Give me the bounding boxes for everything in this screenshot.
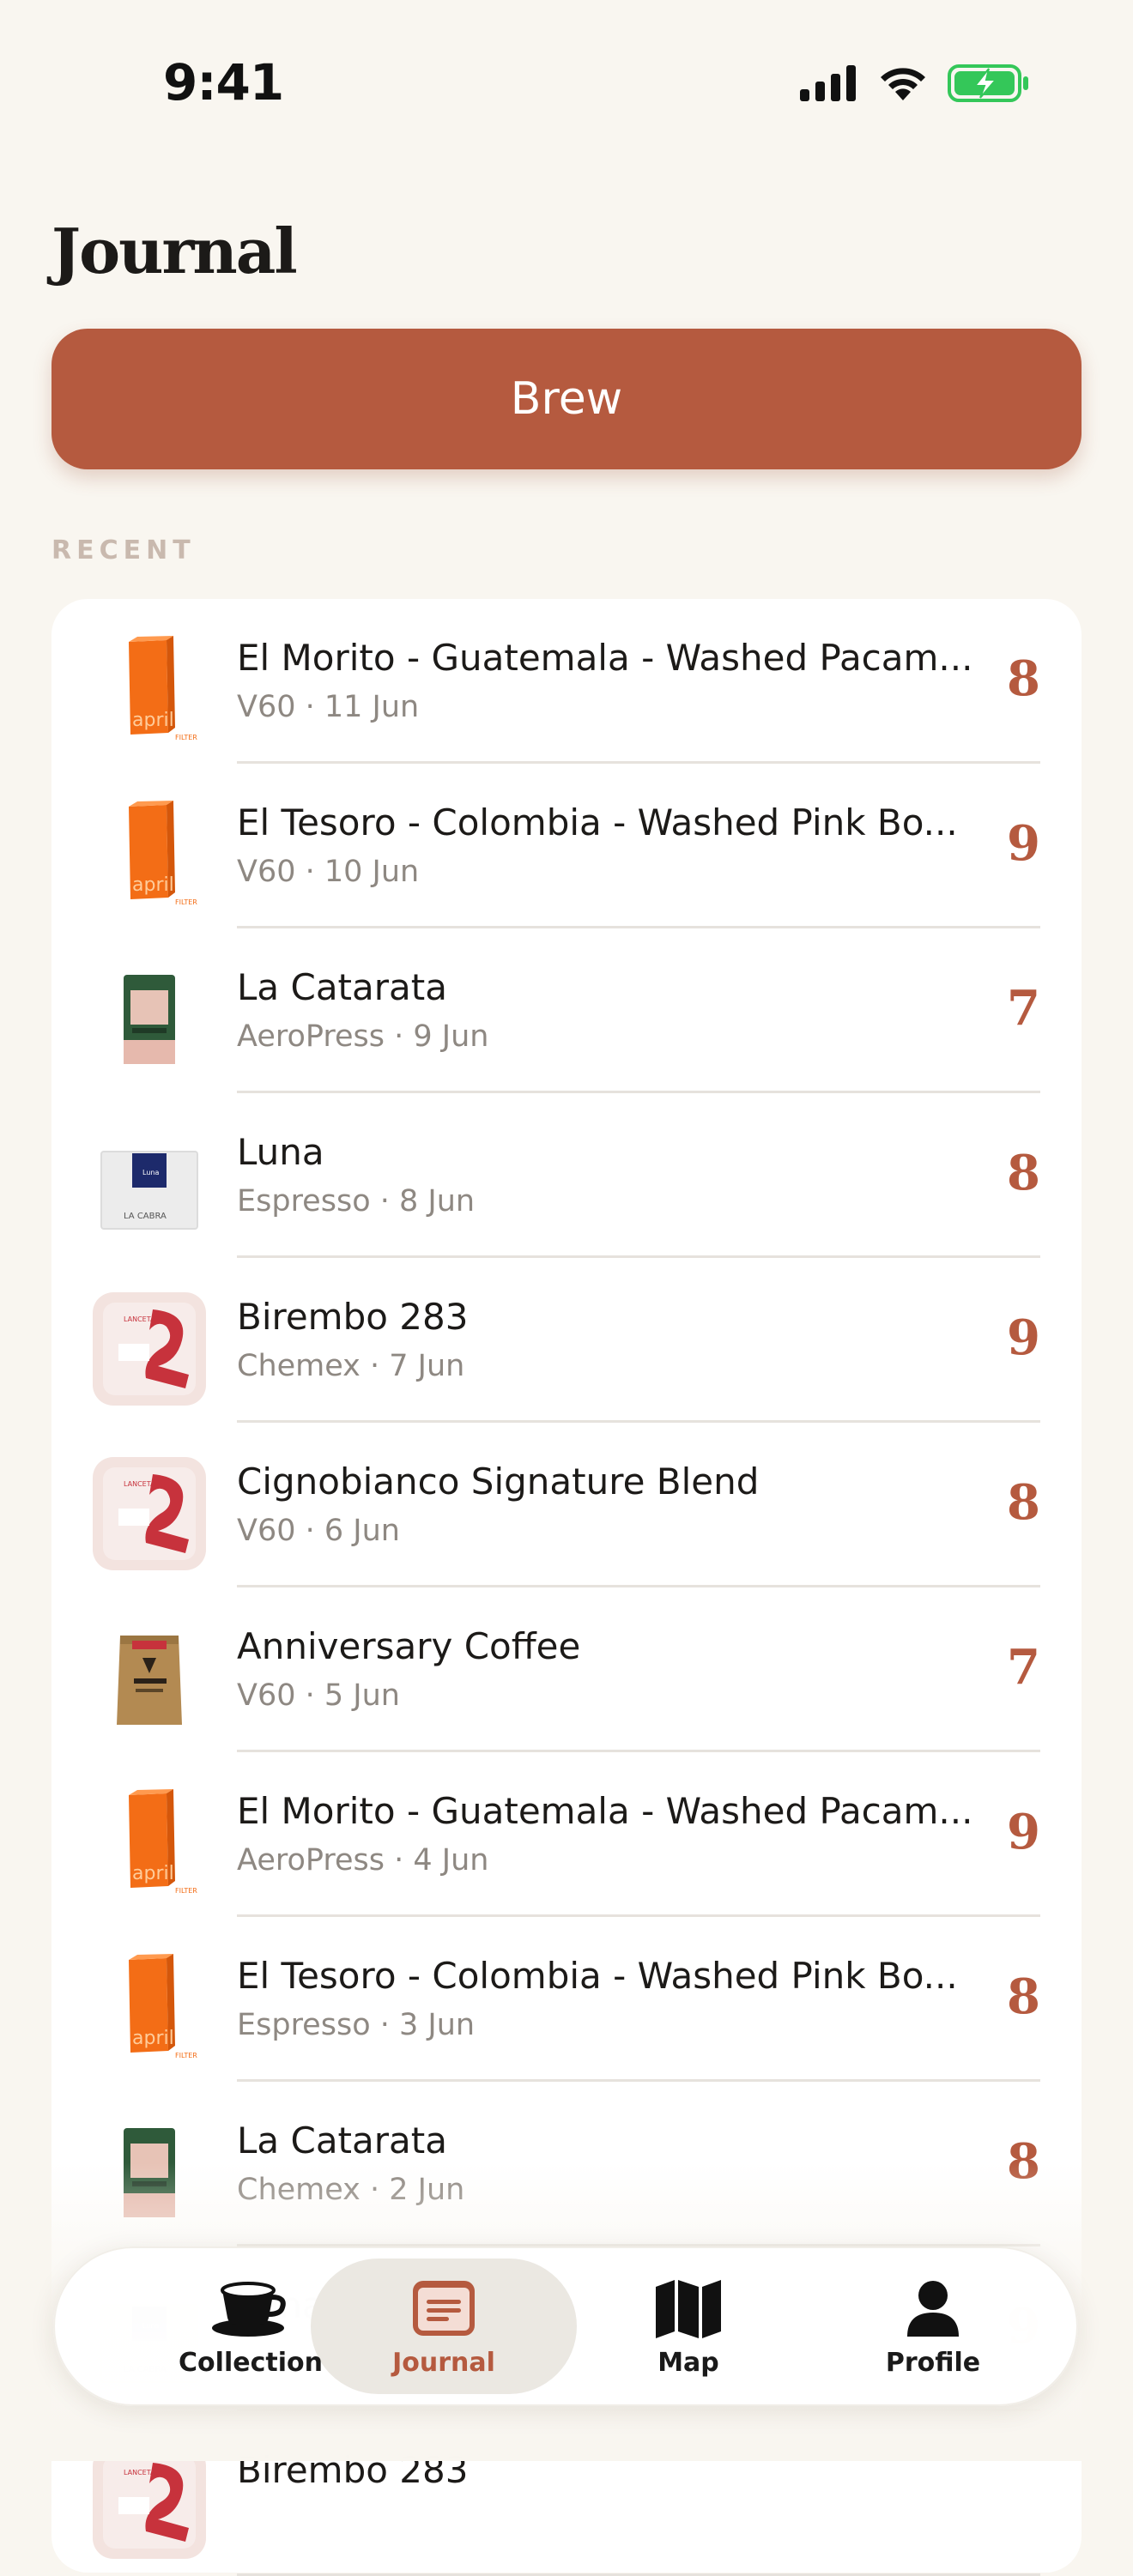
svg-text:FILTER: FILTER	[175, 898, 197, 906]
person-icon	[906, 2276, 960, 2341]
entry-title: El Morito - Guatemala - Washed Pacam...	[237, 637, 973, 679]
entry-rating: 7	[1007, 1639, 1040, 1696]
journal-entry-row[interactable]: april FILTER El Tesoro - Colombia - Washed…	[52, 1917, 1082, 2082]
coffee-bag-thumbnail: Luna LA CABRA	[93, 1128, 206, 1241]
entry-rating: 9	[1007, 815, 1040, 872]
entry-rating: 8	[1007, 650, 1040, 707]
coffee-cup-icon	[212, 2276, 289, 2341]
tab-map[interactable]: Map	[568, 2246, 809, 2406]
page-title: Journal	[52, 215, 298, 287]
entry-method-date: AeroPress · 9 Jun	[237, 1019, 489, 1054]
status-bar: 9:41	[0, 0, 1133, 163]
journal-entry-row[interactable]: april FILTER El Tesoro - Colombia - Washed…	[52, 764, 1082, 928]
coffee-bag-thumbnail: LANCETA	[93, 1457, 206, 1570]
entry-title: Birembo 283	[237, 1296, 469, 1338]
entry-title: El Morito - Guatemala - Washed Pacam...	[237, 1790, 973, 1832]
journal-entry-row[interactable]: La Catarata AeroPress · 9 Jun 7	[52, 928, 1082, 1093]
svg-text:LA CABRA: LA CABRA	[124, 1212, 167, 1221]
tab-journal[interactable]: Journal	[324, 2246, 564, 2406]
entry-method-date: V60 · 10 Jun	[237, 855, 420, 889]
status-time: 9:41	[163, 53, 284, 112]
entry-method-date: V60 · 11 Jun	[237, 690, 420, 724]
coffee-bag-thumbnail: LANCETA	[93, 1292, 206, 1406]
entry-method-date: Espresso · 3 Jun	[237, 2008, 476, 2042]
journal-entry-row[interactable]: LANCETA Birembo 283 Chemex · 7 Jun 9	[52, 1258, 1082, 1423]
coffee-bag-thumbnail: april FILTER	[93, 1787, 206, 1900]
svg-text:april: april	[132, 710, 174, 731]
entry-title: Cignobianco Signature Blend	[237, 1460, 760, 1503]
tab-profile-label: Profile	[885, 2347, 981, 2378]
tab-journal-label: Journal	[392, 2347, 495, 2378]
coffee-bag-thumbnail: april FILTER	[93, 798, 206, 911]
journal-entry-row[interactable]: Luna LA CABRA Luna Espresso · 8 Jun 8	[52, 1093, 1082, 1258]
journal-entry-row[interactable]: Anniversary Coffee V60 · 5 Jun 7	[52, 1587, 1082, 1752]
svg-text:FILTER: FILTER	[175, 2052, 197, 2059]
journal-entry-row[interactable]: april FILTER El Morito - Guatemala - Washe…	[52, 599, 1082, 764]
svg-text:LANCETA: LANCETA	[124, 1480, 155, 1488]
entry-method-date: AeroPress · 4 Jun	[237, 1843, 489, 1878]
battery-charging-icon	[948, 64, 1028, 102]
cellular-signal-icon	[800, 65, 856, 101]
journal-icon	[413, 2276, 475, 2341]
svg-text:LANCETA: LANCETA	[124, 1315, 155, 1323]
tab-collection-label: Collection	[179, 2347, 323, 2378]
coffee-bag-thumbnail: april FILTER	[93, 1951, 206, 2065]
tab-map-label: Map	[657, 2347, 719, 2378]
entry-title: La Catarata	[237, 2119, 447, 2162]
entry-method-date: Espresso · 8 Jun	[237, 1184, 476, 1218]
tab-bar: Collection Journal Map Profile	[53, 2246, 1078, 2406]
journal-entry-row[interactable]: april FILTER El Morito - Guatemala - Washe…	[52, 1752, 1082, 1917]
map-icon	[656, 2276, 721, 2341]
svg-text:FILTER: FILTER	[175, 734, 197, 741]
status-icons	[800, 62, 1030, 105]
entry-method-date: V60 · 6 Jun	[237, 1514, 400, 1548]
entry-rating: 9	[1007, 1804, 1040, 1860]
entry-method-date: V60 · 5 Jun	[237, 1678, 400, 1713]
coffee-bag-thumbnail	[93, 1622, 206, 1735]
entry-rating: 7	[1007, 980, 1040, 1037]
entry-title: El Tesoro - Colombia - Washed Pink Bo...	[237, 1955, 958, 1997]
entry-rating: 8	[1007, 1474, 1040, 1531]
section-label-recent: RECENT	[52, 535, 196, 565]
svg-text:LANCETA: LANCETA	[124, 2469, 155, 2476]
entry-title: Luna	[237, 1131, 324, 1173]
entry-rating: 8	[1007, 1145, 1040, 1201]
entry-title: Anniversary Coffee	[237, 1625, 581, 1667]
entry-title: El Tesoro - Colombia - Washed Pink Bo...	[237, 801, 958, 844]
brew-button[interactable]: Brew	[52, 329, 1082, 469]
coffee-bag-thumbnail	[93, 963, 206, 1076]
svg-text:april: april	[132, 874, 174, 896]
journal-entry-row[interactable]: LANCETA Cignobianco Signature Blend V60 · …	[52, 1423, 1082, 1587]
tab-profile[interactable]: Profile	[813, 2246, 1053, 2406]
entry-rating: 8	[1007, 1968, 1040, 2025]
wifi-icon	[881, 68, 925, 100]
entry-title: La Catarata	[237, 966, 447, 1008]
svg-text:april: april	[132, 2028, 174, 2049]
coffee-bag-thumbnail: april FILTER	[93, 633, 206, 747]
svg-text:april: april	[132, 1863, 174, 1884]
svg-text:FILTER: FILTER	[175, 1887, 197, 1895]
svg-text:Luna: Luna	[142, 1169, 159, 1176]
entry-method-date: Chemex · 7 Jun	[237, 1349, 465, 1383]
entry-rating: 9	[1007, 1309, 1040, 1366]
coffee-bag-thumbnail: LANCETA	[93, 2446, 206, 2559]
